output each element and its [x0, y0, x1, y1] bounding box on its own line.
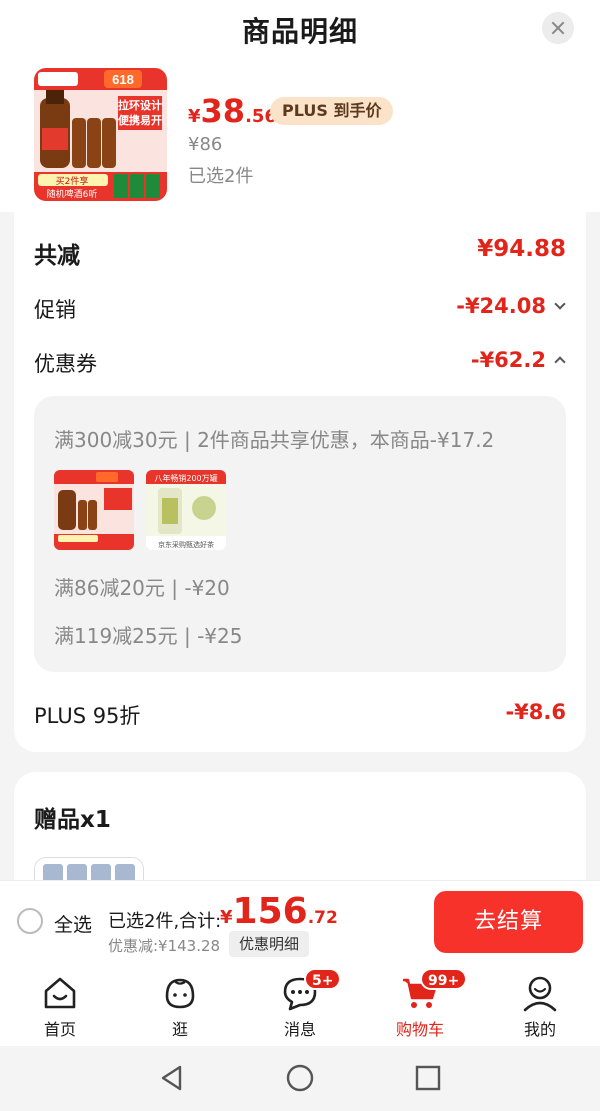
select-all-checkbox[interactable] — [17, 908, 43, 934]
tab-messages[interactable]: 5+ 消息 — [240, 964, 360, 1046]
total-discount-label: 共减 — [34, 243, 80, 269]
selected-count: 已选2件 — [188, 166, 254, 187]
beer-product-image: 618 拉环设计 便携易开 买2件享 随机啤酒6听 — [34, 68, 167, 201]
original-price: ¥86 — [188, 134, 223, 155]
promotion-label: 促销 — [34, 298, 76, 322]
tab-cart[interactable]: 99+ 购物车 — [360, 964, 480, 1046]
plus-discount-value: -¥8.6 — [505, 700, 566, 724]
price-currency: ¥ — [188, 106, 201, 127]
coupon-label: 优惠券 — [34, 352, 97, 376]
gift-title: 赠品x1 — [34, 807, 111, 833]
tab-explore-label: 逛 — [171, 1020, 188, 1039]
tab-cart-label: 购物车 — [395, 1020, 444, 1039]
coupon-line-2: 满119减25元 | -¥25 — [54, 624, 243, 648]
total-decimal: .72 — [307, 908, 338, 928]
price-integer: 38 — [200, 92, 246, 130]
product-summary: 618 拉环设计 便携易开 买2件享 随机啤酒6听 ¥38.56 PLUS 到手… — [0, 56, 600, 212]
total-currency: ¥ — [220, 907, 233, 928]
total-price: ¥156.72 — [220, 891, 338, 932]
tea-mini-image: 八年畅销200万罐 京东采购甄选好茶 — [146, 470, 226, 550]
tab-me[interactable]: 我的 — [480, 964, 600, 1046]
total-discount-value: ¥94.88 — [477, 236, 566, 262]
thumb-promo-1: 买2件享 — [56, 175, 89, 187]
coupon-product-thumb-tea: 八年畅销200万罐 京东采购甄选好茶 — [146, 470, 226, 550]
checkout-bar: 全选 已选2件,合计: ¥156.72 优惠减:¥143.28 优惠明细 去结算 — [0, 880, 600, 964]
plus-discount-label: PLUS 95折 — [34, 704, 141, 728]
recents-icon[interactable] — [414, 1064, 442, 1092]
header: 商品明细 — [0, 0, 600, 56]
home-circle-icon[interactable] — [286, 1064, 314, 1092]
saved-amount: 优惠减:¥143.28 — [108, 937, 221, 955]
tab-me-label: 我的 — [523, 1020, 556, 1039]
selection-summary: 已选2件,合计: — [108, 911, 222, 932]
coupon-value: -¥62.2 — [470, 348, 546, 372]
tea-sub-text: 京东采购甄选好茶 — [158, 540, 214, 549]
chevron-down-icon[interactable] — [554, 298, 566, 310]
checkout-button[interactable]: 去结算 — [434, 891, 583, 953]
select-all-label[interactable]: 全选 — [54, 910, 92, 937]
tab-home-label: 首页 — [43, 1020, 76, 1039]
total-integer: 156 — [232, 891, 308, 932]
tab-explore[interactable]: 逛 — [120, 964, 240, 1046]
close-button[interactable] — [542, 12, 574, 44]
cart-badge: 99+ — [420, 968, 468, 990]
beer-mini-image — [54, 470, 134, 550]
messages-badge: 5+ — [304, 968, 342, 990]
coupon-product-thumb-beer — [54, 470, 134, 550]
thumb-618-badge: 618 — [112, 72, 134, 87]
gift-card: 赠品x1 — [14, 772, 586, 892]
plus-price: ¥38.56 — [188, 92, 277, 130]
promotion-value: -¥24.08 — [456, 294, 546, 318]
product-thumbnail[interactable]: 618 拉环设计 便携易开 买2件享 随机啤酒6听 — [34, 68, 167, 201]
discount-detail-button[interactable]: 优惠明细 — [229, 931, 310, 957]
coupon-line-shared: 满300减30元 | 2件商品共享优惠，本商品-¥17.2 — [54, 428, 495, 452]
user-icon — [523, 976, 557, 1012]
bottom-tab-bar: 首页 逛 5+ 消息 99+ 购物车 我的 — [0, 964, 600, 1046]
tab-messages-label: 消息 — [283, 1020, 316, 1039]
system-navigation-bar — [0, 1046, 600, 1111]
chevron-up-icon[interactable] — [554, 356, 566, 368]
face-icon — [165, 978, 195, 1009]
page-title: 商品明细 — [241, 15, 358, 48]
discount-breakdown-card: 共减 ¥94.88 促销 -¥24.08 优惠券 -¥62.2 满300减30元… — [14, 212, 586, 752]
home-icon — [44, 977, 76, 1009]
thumb-promo-2: 随机啤酒6听 — [47, 188, 98, 200]
plus-price-tag: PLUS 到手价 — [270, 97, 394, 125]
coupon-detail-box: 满300减30元 | 2件商品共享优惠，本商品-¥17.2 八年畅销200万罐 — [34, 396, 566, 672]
thumb-text-line-1: 拉环设计 — [118, 98, 162, 112]
back-icon[interactable] — [158, 1064, 186, 1092]
tab-home[interactable]: 首页 — [0, 964, 120, 1046]
thumb-text-line-2: 便携易开 — [118, 113, 162, 127]
tea-banner-text: 八年畅销200万罐 — [154, 473, 217, 483]
coupon-line-1: 满86减20元 | -¥20 — [54, 576, 230, 600]
